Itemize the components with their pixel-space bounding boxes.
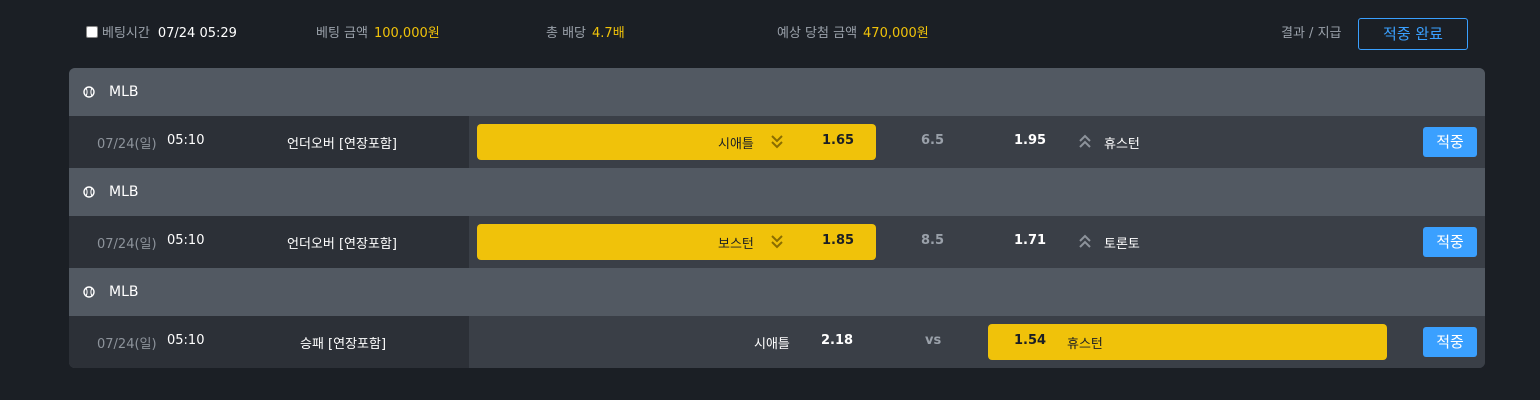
match-info: 07/24(일) 05:10 승패 [연장포함]	[69, 316, 469, 368]
league-name: MLB	[109, 184, 139, 200]
selected-pick-away[interactable]: 1.54 휴스턴	[988, 324, 1387, 360]
expected-win-group: 예상 당첨 금액 470,000원	[777, 25, 929, 43]
home-odds: 1.65	[822, 133, 855, 148]
bet-amount-group: 베팅 금액 100,000원	[316, 25, 440, 43]
bet-summary-bar: 베팅시간 07/24 05:29 베팅 금액 100,000원 총 배당 4.7배 예…	[0, 0, 1540, 68]
over-double-chevron-icon	[1079, 234, 1091, 248]
home-odds: 1.85	[822, 233, 855, 248]
away-team: 토론토	[1104, 237, 1140, 252]
expected-win-label: 예상 당첨 금액	[777, 26, 858, 41]
hit-result-button[interactable]: 적중	[1423, 227, 1477, 257]
match-date: 07/24(일)	[97, 337, 157, 352]
league-name: MLB	[109, 284, 139, 300]
selected-pick-under[interactable]: 보스턴 1.85	[477, 224, 876, 260]
bet-row: 07/24(일) 05:10 언더오버 [연장포함] 보스턴 1.85 8.5 …	[69, 216, 1485, 268]
bet-row: 07/24(일) 05:10 승패 [연장포함] 시애틀 2.18 vs 1.5…	[69, 316, 1485, 368]
handicap-line: 8.5	[921, 233, 945, 248]
total-odds-group: 총 배당 4.7배	[546, 25, 625, 43]
over-double-chevron-icon	[1079, 134, 1091, 148]
bet-time-label: 베팅시간	[102, 26, 150, 41]
selected-pick-under[interactable]: 시애틀 1.65	[477, 124, 876, 160]
hit-result-button[interactable]: 적중	[1423, 327, 1477, 357]
market-type: 언더오버 [연장포함]	[287, 137, 397, 152]
league-header: MLB	[69, 168, 1485, 216]
versus-label: vs	[925, 333, 942, 348]
bet-time-group: 베팅시간 07/24 05:29	[86, 25, 237, 43]
match-time: 05:10	[167, 133, 205, 148]
bet-slip-panel: MLB 07/24(일) 05:10 언더오버 [연장포함] 시애틀 1.65 …	[69, 68, 1485, 368]
baseball-icon	[83, 186, 95, 198]
match-info: 07/24(일) 05:10 언더오버 [연장포함]	[69, 216, 469, 268]
home-team: 시애틀	[718, 137, 754, 152]
bet-time-value: 07/24 05:29	[157, 26, 237, 41]
match-date: 07/24(일)	[97, 137, 157, 152]
league-header: MLB	[69, 268, 1485, 316]
expected-win-value: 470,000원	[863, 26, 929, 41]
total-odds-label: 총 배당	[546, 26, 587, 41]
bet-amount-value: 100,000원	[373, 26, 440, 41]
match-time: 05:10	[167, 233, 205, 248]
match-date: 07/24(일)	[97, 237, 157, 252]
league-header: MLB	[69, 68, 1485, 116]
bet-amount-label: 베팅 금액	[316, 26, 368, 41]
away-odds: 1.95	[1014, 133, 1047, 148]
baseball-icon	[83, 86, 95, 98]
hit-complete-button[interactable]: 적중 완료	[1358, 18, 1468, 50]
bet-time-checkbox[interactable]	[86, 26, 98, 38]
baseball-icon	[83, 286, 95, 298]
result-payout-label: 결과 / 지급	[1281, 25, 1342, 43]
away-team: 휴스턴	[1104, 137, 1140, 152]
home-team: 보스턴	[718, 237, 754, 252]
hit-result-button[interactable]: 적중	[1423, 127, 1477, 157]
under-double-chevron-icon	[771, 135, 783, 149]
under-double-chevron-icon	[771, 235, 783, 249]
league-name: MLB	[109, 84, 139, 100]
home-odds: 2.18	[821, 333, 854, 348]
away-odds: 1.71	[1014, 233, 1047, 248]
match-info: 07/24(일) 05:10 언더오버 [연장포함]	[69, 116, 469, 168]
away-odds: 1.54	[1014, 333, 1047, 348]
total-odds-value: 4.7배	[592, 26, 625, 41]
market-type: 언더오버 [연장포함]	[287, 237, 397, 252]
result-payout-text: 결과 / 지급	[1281, 26, 1342, 41]
handicap-line: 6.5	[921, 133, 945, 148]
match-time: 05:10	[167, 333, 205, 348]
home-team: 시애틀	[754, 337, 790, 352]
away-team: 휴스턴	[1067, 337, 1103, 352]
market-type: 승패 [연장포함]	[300, 337, 387, 352]
bet-row: 07/24(일) 05:10 언더오버 [연장포함] 시애틀 1.65 6.5 …	[69, 116, 1485, 168]
